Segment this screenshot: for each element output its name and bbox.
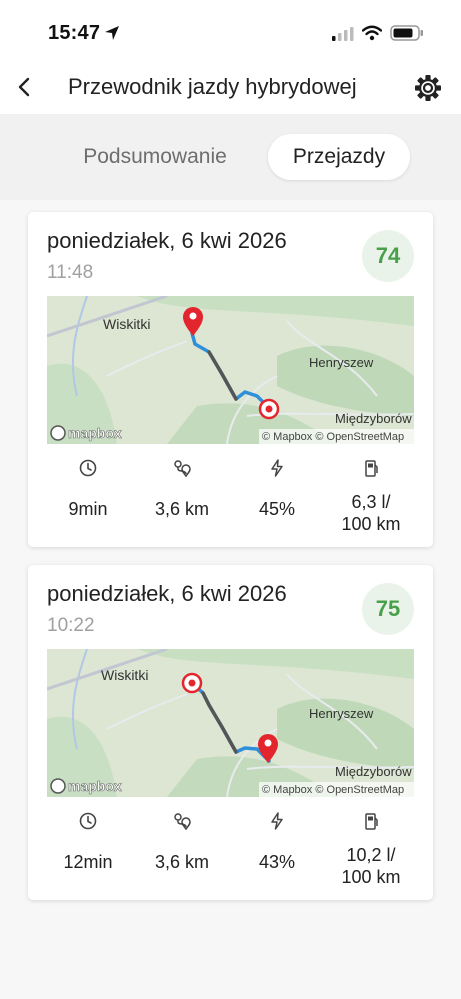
map-place-label: Henryszew [309, 706, 374, 721]
status-time: 15:47 [48, 22, 101, 44]
trip-card[interactable]: poniedziałek, 6 kwi 2026 10:22 75 Wiskit… [28, 565, 433, 900]
location-arrow-icon [105, 26, 119, 40]
settings-button[interactable] [413, 73, 443, 103]
page-title: Przewodnik jazdy hybrydowej [68, 74, 357, 99]
signal-icon [332, 27, 354, 41]
trip-fuel-consumption: 10,2 l/ 100 km [325, 811, 417, 888]
mapbox-logo-icon [50, 778, 66, 794]
tab-summary[interactable]: Podsumowanie [56, 134, 254, 180]
map-logo: mapbox [68, 778, 122, 794]
trip-electric-share: 43% [231, 811, 323, 873]
trip-date: poniedziałek, 6 kwi 2026 [47, 228, 287, 253]
trip-consumption-value: 10,2 l/ [346, 845, 396, 865]
trip-electric-share-value: 45% [258, 499, 296, 519]
bolt-icon [271, 812, 283, 830]
map-target-icon [258, 398, 280, 420]
route-icon [174, 813, 191, 831]
eco-score-badge: 74 [362, 230, 414, 282]
wifi-icon [362, 25, 382, 41]
fuel-pump-icon [365, 460, 378, 477]
map-place-label: Międzyborów [335, 411, 412, 426]
trip-consumption-unit: 100 km [341, 514, 401, 534]
bolt-icon [271, 459, 283, 477]
back-arrow-icon [18, 77, 30, 97]
trip-distance-value: 3,6 km [154, 499, 210, 519]
trip-consumption-unit: 100 km [341, 867, 401, 887]
tab-trips[interactable]: Przejazdy [268, 134, 410, 180]
trip-duration-value: 9min [68, 499, 108, 519]
eco-score-badge: 75 [362, 583, 414, 635]
trip-duration-value: 12min [63, 852, 113, 872]
map-place-label: Henryszew [309, 355, 374, 370]
trip-distance: 3,6 km [136, 811, 228, 873]
trip-start-time: 10:22 [47, 615, 95, 636]
trip-start-time: 11:48 [47, 262, 94, 283]
mapbox-logo-icon [50, 425, 66, 441]
map-attribution[interactable]: © Mapbox © OpenStreetMap [262, 784, 404, 796]
segmented-tabs: Podsumowanie Przejazdy [0, 114, 461, 200]
map-place-label: Wiskitki [101, 667, 148, 683]
trip-duration: 12min [42, 811, 134, 873]
trip-duration: 9min [42, 458, 134, 520]
map-attribution[interactable]: © Mapbox © OpenStreetMap [262, 431, 404, 443]
trip-electric-share: 45% [231, 458, 323, 520]
trip-distance: 3,6 km [136, 458, 228, 520]
map-target-icon [181, 672, 203, 694]
status-bar: 15:47 [0, 0, 461, 62]
route-icon [174, 460, 191, 478]
trip-consumption-value: 6,3 l/ [351, 492, 391, 512]
clock-icon [79, 459, 97, 477]
trip-date: poniedziałek, 6 kwi 2026 [47, 581, 287, 606]
trip-electric-share-value: 43% [258, 852, 296, 872]
clock-icon [79, 812, 97, 830]
fuel-pump-icon [365, 813, 378, 830]
map-place-label: Wiskitki [103, 316, 150, 332]
back-button[interactable] [10, 72, 38, 102]
trip-distance-value: 3,6 km [154, 852, 210, 872]
trip-card[interactable]: poniedziałek, 6 kwi 2026 11:48 74 Wiskit… [28, 212, 433, 547]
trip-fuel-consumption: 6,3 l/ 100 km [325, 458, 417, 535]
battery-icon [390, 25, 423, 41]
map-place-label: Międzyborów [335, 764, 412, 779]
map-logo: mapbox [68, 425, 122, 441]
app-header: Przewodnik jazdy hybrydowej [0, 62, 461, 114]
trip-map[interactable]: Wiskitki Henryszew Międzyborów mapbox © … [47, 649, 414, 797]
trips-list: poniedziałek, 6 kwi 2026 11:48 74 Wiskit… [0, 200, 461, 999]
trip-map[interactable]: Wiskitki Henryszew Międzyborów mapbox © … [47, 296, 414, 444]
gear-icon [415, 75, 441, 101]
